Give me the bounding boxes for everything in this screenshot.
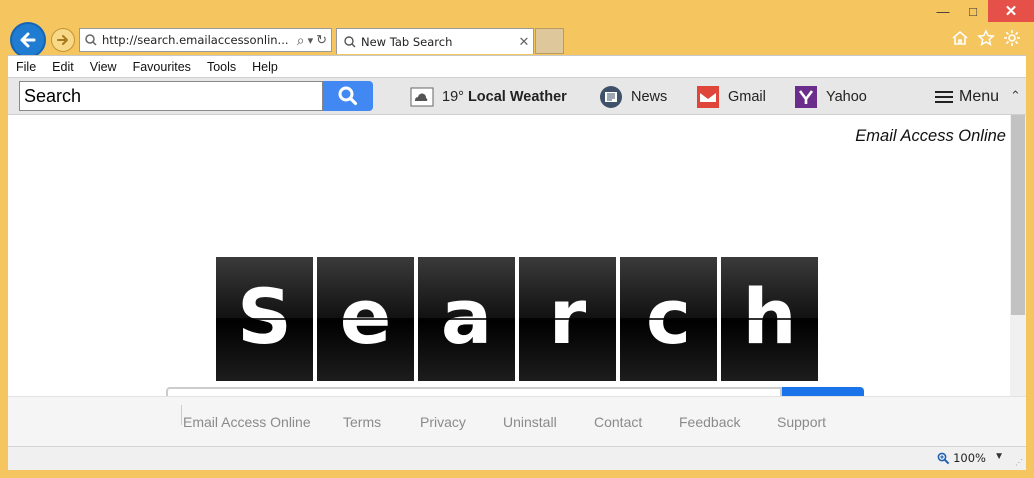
footer-link-contact[interactable]: Contact bbox=[594, 414, 642, 430]
logo-tile: a bbox=[418, 257, 515, 381]
news-link[interactable]: News bbox=[599, 84, 667, 110]
site-brand-link[interactable]: Email Access Online bbox=[855, 127, 1006, 146]
gear-icon[interactable] bbox=[1002, 28, 1022, 48]
back-button[interactable] bbox=[10, 22, 46, 58]
logo-tile: e bbox=[317, 257, 414, 381]
toolbar-search-button[interactable] bbox=[323, 81, 373, 111]
footer-link-terms[interactable]: Terms bbox=[343, 414, 381, 430]
tab-new-tab-search[interactable]: New Tab Search ✕ bbox=[336, 28, 534, 54]
search-icon bbox=[344, 35, 356, 47]
address-url[interactable]: http://search.emailaccessonlin... bbox=[98, 33, 297, 47]
weather-cloud-icon bbox=[410, 85, 434, 109]
footer-link-support[interactable]: Support bbox=[777, 414, 826, 430]
gmail-label: Gmail bbox=[728, 89, 766, 105]
logo-tile: r bbox=[519, 257, 616, 381]
browser-frame: — □ ✕ http://search.emailaccessonlin... … bbox=[0, 0, 1034, 478]
chevron-up-icon[interactable]: ⌃ bbox=[1010, 88, 1024, 104]
logo-tile: h bbox=[721, 257, 818, 381]
window-controls: — □ ✕ bbox=[928, 0, 1034, 22]
menu-view[interactable]: View bbox=[82, 60, 125, 74]
address-bar[interactable]: http://search.emailaccessonlin... ⌕ ▾ ↻ bbox=[79, 28, 332, 52]
weather-label: Local Weather bbox=[467, 89, 567, 105]
zoom-dropdown-icon[interactable]: ▼ bbox=[994, 451, 1004, 462]
extension-toolbar: 19° Local Weather News Gmail Yahoo Menu … bbox=[8, 77, 1026, 115]
refresh-icon[interactable]: ↻ bbox=[316, 32, 327, 48]
gmail-icon bbox=[696, 85, 720, 109]
main-search-input[interactable] bbox=[166, 387, 782, 396]
arrow-right-icon bbox=[57, 35, 68, 45]
page-icon bbox=[85, 34, 97, 46]
footer-link-email-access-online[interactable]: Email Access Online bbox=[183, 414, 311, 430]
yahoo-icon bbox=[794, 85, 818, 109]
tab-title: New Tab Search bbox=[361, 34, 453, 49]
menu-bar: File Edit View Favourites Tools Help bbox=[8, 55, 1026, 77]
minimize-button[interactable]: — bbox=[928, 0, 958, 22]
arrow-left-icon bbox=[20, 32, 36, 48]
main-search-button[interactable] bbox=[782, 387, 864, 396]
weather-temp: 19° bbox=[442, 89, 464, 105]
hamburger-icon bbox=[935, 88, 953, 106]
footer-divider bbox=[181, 405, 182, 425]
search-icon[interactable]: ⌕ bbox=[297, 32, 305, 49]
close-window-button[interactable]: ✕ bbox=[988, 0, 1034, 22]
scrollbar-thumb[interactable] bbox=[1011, 115, 1025, 315]
forward-button[interactable] bbox=[51, 28, 75, 52]
footer-link-feedback[interactable]: Feedback bbox=[679, 414, 740, 430]
browser-toolbar-icons bbox=[950, 28, 1022, 48]
maximize-button[interactable]: □ bbox=[958, 0, 988, 22]
yahoo-label: Yahoo bbox=[826, 89, 867, 105]
home-icon[interactable] bbox=[950, 28, 970, 48]
toolbar-menu-button[interactable]: Menu bbox=[935, 84, 999, 110]
search-logo: S e a r c h bbox=[216, 257, 818, 381]
logo-tile: c bbox=[620, 257, 717, 381]
footer-link-uninstall[interactable]: Uninstall bbox=[503, 414, 557, 430]
menu-label: Menu bbox=[959, 88, 1000, 105]
menu-help[interactable]: Help bbox=[244, 60, 286, 74]
toolbar-search-input[interactable] bbox=[19, 81, 323, 111]
weather-link[interactable]: 19° Local Weather bbox=[410, 84, 567, 110]
close-tab-icon[interactable]: ✕ bbox=[515, 34, 533, 50]
search-icon bbox=[338, 86, 358, 106]
logo-tile: S bbox=[216, 257, 313, 381]
menu-edit[interactable]: Edit bbox=[44, 60, 82, 74]
vertical-scrollbar[interactable] bbox=[1010, 115, 1026, 396]
chevron-down-icon[interactable]: ▾ bbox=[308, 34, 314, 47]
page-content: Email Access Online S e a r c h bbox=[8, 115, 1010, 396]
yahoo-link[interactable]: Yahoo bbox=[794, 84, 867, 110]
gmail-link[interactable]: Gmail bbox=[696, 84, 766, 110]
footer-link-privacy[interactable]: Privacy bbox=[420, 414, 466, 430]
new-tab-button[interactable] bbox=[535, 28, 564, 54]
news-icon bbox=[599, 85, 623, 109]
menu-file[interactable]: File bbox=[8, 60, 44, 74]
menu-tools[interactable]: Tools bbox=[199, 60, 244, 74]
zoom-control[interactable]: 100% bbox=[937, 451, 986, 465]
zoom-level: 100% bbox=[953, 451, 986, 465]
favorites-star-icon[interactable] bbox=[976, 28, 996, 48]
news-label: News bbox=[631, 89, 668, 105]
page-footer: Email Access Online Terms Privacy Uninst… bbox=[8, 396, 1026, 446]
status-bar: 100% ▼ ⋰ bbox=[8, 446, 1026, 470]
zoom-icon bbox=[937, 452, 950, 464]
menu-favourites[interactable]: Favourites bbox=[125, 60, 199, 74]
resize-grip-icon[interactable]: ⋰ bbox=[1015, 458, 1023, 467]
